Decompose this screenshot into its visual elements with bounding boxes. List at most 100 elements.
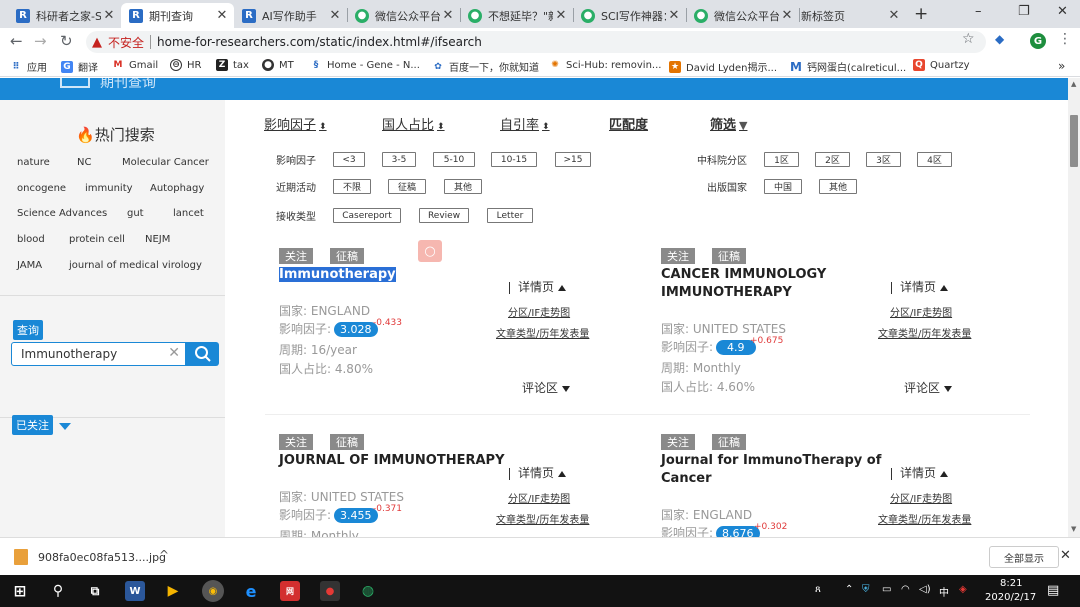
journal-title[interactable]: Journal for ImmunoTherapy of Cancer — [661, 452, 886, 488]
hot-keyword[interactable]: oncogene — [17, 183, 66, 194]
tab-wechat-1[interactable]: ● 微信公众平台 ✕ — [347, 3, 460, 28]
ime-indicator[interactable]: 中 — [939, 584, 949, 599]
close-icon[interactable]: ✕ — [666, 8, 682, 23]
address-bar[interactable]: ▲ 不安全 home-for-researchers.com/static/in… — [86, 31, 986, 53]
follow-button[interactable]: 关注 — [661, 248, 695, 264]
bookmark-hr[interactable]: ⊖ HR — [170, 59, 201, 71]
journal-title[interactable]: Immunotherapy — [279, 266, 509, 284]
notification-icon[interactable]: ▤ — [1047, 583, 1059, 598]
tab-wechat-4[interactable]: ● 微信公众平台 ✕ — [686, 3, 799, 28]
close-icon[interactable]: ✕ — [886, 8, 902, 23]
tab-wechat-3[interactable]: ● SCI写作神器：✕ — [573, 3, 686, 28]
comment-toggle[interactable]: 评论区 — [904, 379, 953, 396]
menu-icon[interactable]: ⋮ — [1058, 31, 1072, 47]
hot-keyword[interactable]: NC — [77, 157, 91, 168]
bookmarks-more-button[interactable]: » — [1058, 59, 1065, 73]
close-icon[interactable]: ✕ — [553, 8, 569, 23]
hot-keyword[interactable]: gut — [127, 208, 144, 219]
recorder-icon[interactable]: ● — [320, 581, 340, 601]
zone-if-trend-link[interactable]: 分区/IF走势图 — [508, 304, 570, 319]
ie-icon[interactable]: e — [241, 581, 261, 601]
new-tab-button[interactable]: + — [914, 4, 928, 24]
reload-icon[interactable]: ↻ — [60, 32, 73, 50]
call-for-papers-tag[interactable]: 征稿 — [712, 248, 746, 264]
filter-accept-option[interactable]: Letter — [487, 208, 533, 223]
close-icon[interactable]: ✕ — [214, 8, 230, 23]
bookmark-tax[interactable]: Ztax — [216, 59, 249, 71]
sort-chinese-ratio[interactable]: 国人占比 ⬍ — [382, 114, 445, 133]
clock-time[interactable]: 8:21 — [1000, 578, 1022, 589]
zone-if-trend-link[interactable]: 分区/IF走势图 — [508, 490, 570, 505]
bookmark-calreticulin[interactable]: M 钙网蛋白(calreticul... — [790, 59, 906, 75]
hot-keyword[interactable]: JAMA — [17, 260, 42, 271]
bookmark-gmail[interactable]: M Gmail — [112, 59, 159, 71]
tab-ai-writer[interactable]: R AI写作助手 ✕ — [234, 3, 347, 28]
bookmark-ncbi[interactable]: § Home - Gene - N... — [310, 59, 420, 71]
star-icon[interactable]: ☆ — [962, 31, 975, 47]
tray-app-icon[interactable]: ◈ — [959, 584, 967, 595]
clear-icon[interactable]: ✕ — [168, 345, 180, 361]
tab-journal-search[interactable]: R 期刊查询 ✕ — [121, 3, 234, 28]
hot-keyword[interactable]: NEJM — [145, 234, 170, 245]
call-for-papers-tag[interactable]: 征稿 — [712, 434, 746, 450]
task-view-icon[interactable]: ⧉ — [85, 581, 105, 601]
zone-if-trend-link[interactable]: 分区/IF走势图 — [890, 304, 952, 319]
show-all-button[interactable]: 全部显示 — [989, 546, 1059, 568]
follow-button[interactable]: 关注 — [661, 434, 695, 450]
article-type-link[interactable]: 文章类型/历年发表量 — [496, 511, 589, 526]
filter-cas-option[interactable]: 1区 — [764, 152, 799, 167]
followed-label[interactable]: 已关注 — [12, 415, 53, 435]
journal-title[interactable]: CANCER IMMUNOLOGY IMMUNOTHERAPY — [661, 266, 891, 302]
search-icon[interactable]: ⚲ — [48, 581, 68, 601]
wechat-icon[interactable]: ◍ — [358, 581, 378, 601]
hot-keyword[interactable]: lancet — [173, 208, 204, 219]
filter-toggle[interactable]: 筛选 ▼ — [710, 114, 747, 133]
hot-keyword[interactable]: blood — [17, 234, 45, 245]
journal-title[interactable]: JOURNAL OF IMMUNOTHERAPY — [279, 452, 519, 470]
page-scrollbar[interactable]: ▲ ▼ — [1068, 78, 1080, 537]
sort-self-citation[interactable]: 自引率 ⬍ — [500, 114, 550, 133]
follow-button[interactable]: 关注 — [279, 248, 313, 264]
article-type-link[interactable]: 文章类型/历年发表量 — [878, 511, 971, 526]
filter-accept-option[interactable]: Casereport — [333, 208, 401, 223]
wifi-icon[interactable]: ◠ — [901, 584, 910, 595]
follow-button[interactable]: 关注 — [279, 434, 313, 450]
close-icon[interactable]: ✕ — [1060, 548, 1071, 563]
hot-keyword[interactable]: Science Advances — [17, 208, 107, 219]
scroll-down-icon[interactable]: ▼ — [1071, 525, 1076, 533]
app-red-icon[interactable]: 网 — [280, 581, 300, 601]
call-for-papers-tag[interactable]: 征稿 — [330, 248, 364, 264]
chevron-down-icon[interactable] — [59, 420, 71, 433]
search-button[interactable] — [186, 342, 219, 366]
back-icon[interactable]: ← — [10, 32, 23, 50]
scrollbar-thumb[interactable] — [1070, 115, 1078, 167]
tab-researcher-home[interactable]: R 科研者之家-SC✕ — [8, 3, 121, 28]
chrome-icon[interactable]: ◉ — [202, 580, 224, 602]
filter-cas-option[interactable]: 2区 — [815, 152, 850, 167]
tab-new[interactable]: 新标签页 ✕ — [793, 3, 906, 28]
filter-recent-option[interactable]: 其他 — [444, 179, 482, 194]
battery-icon[interactable]: ▭ — [882, 584, 891, 595]
volume-icon[interactable]: ◁) — [919, 584, 931, 595]
close-icon[interactable]: ✕ — [440, 8, 456, 23]
bookmark-baidu[interactable]: ✿ 百度一下，你就知道 — [432, 59, 539, 75]
tray-expand-icon[interactable]: ⌃ — [845, 584, 853, 595]
detail-page-link[interactable]: 详情页 — [509, 278, 567, 295]
filter-accept-option[interactable]: Review — [419, 208, 469, 223]
minimize-button[interactable]: – — [975, 4, 982, 19]
sort-match[interactable]: 匹配度 — [609, 114, 648, 133]
zone-if-trend-link[interactable]: 分区/IF走势图 — [890, 490, 952, 505]
article-type-link[interactable]: 文章类型/历年发表量 — [496, 325, 589, 340]
filter-country-option[interactable]: 中国 — [764, 179, 802, 194]
article-type-link[interactable]: 文章类型/历年发表量 — [878, 325, 971, 340]
filter-recent-option[interactable]: 不限 — [333, 179, 371, 194]
windows-start-icon[interactable]: ⊞ — [10, 581, 30, 601]
hot-keyword[interactable]: Autophagy — [150, 183, 204, 194]
bookmark-quartzy[interactable]: Q Quartzy — [913, 59, 970, 71]
hot-keyword[interactable]: Molecular Cancer — [122, 157, 209, 168]
forward-icon[interactable]: → — [34, 32, 47, 50]
hot-keyword[interactable]: protein cell — [69, 234, 125, 245]
close-icon[interactable]: ✕ — [101, 8, 117, 23]
filter-cas-option[interactable]: 4区 — [917, 152, 952, 167]
filter-recent-option[interactable]: 征稿 — [388, 179, 426, 194]
